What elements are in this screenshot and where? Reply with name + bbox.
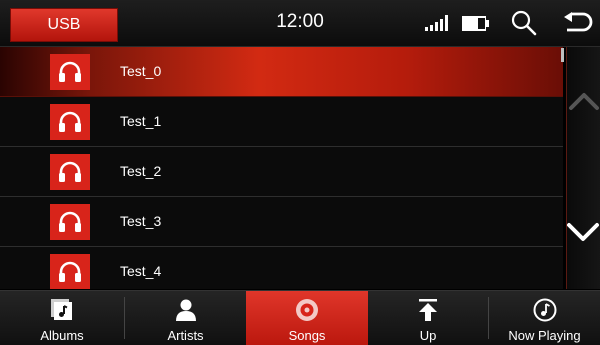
tab-label: Artists (167, 328, 204, 343)
headphones-icon (50, 154, 90, 190)
artist-icon (125, 298, 246, 322)
song-title: Test_3 (120, 213, 162, 229)
now-playing-icon (489, 298, 600, 322)
tab-now-playing[interactable]: Now Playing (489, 291, 600, 345)
scroll-rail (566, 47, 600, 289)
tab-label: Albums (40, 328, 84, 343)
song-title: Test_1 (120, 113, 162, 129)
tab-artists[interactable]: Artists (125, 291, 246, 345)
scroll-down-icon[interactable] (566, 220, 600, 244)
headphones-icon (50, 104, 90, 140)
song-list: Test_0 Test_1 Test_2 Test_3 Test_4 (0, 47, 563, 289)
tab-up[interactable]: Up (368, 291, 488, 345)
song-title: Test_4 (120, 263, 162, 279)
headphones-icon (50, 204, 90, 240)
tab-songs[interactable]: Songs (246, 291, 368, 345)
song-row[interactable]: Test_0 (0, 47, 563, 97)
back-icon[interactable] (563, 10, 593, 36)
top-bar: USB 12:00 (0, 0, 600, 47)
tab-label: Up (419, 328, 437, 343)
headphones-icon (50, 54, 90, 90)
song-row[interactable]: Test_3 (0, 197, 563, 247)
song-title: Test_0 (120, 63, 162, 79)
song-row[interactable]: Test_4 (0, 247, 563, 289)
search-icon[interactable] (511, 10, 537, 36)
scrollbar-thumb[interactable] (561, 48, 564, 62)
song-disc-icon (246, 298, 368, 322)
source-label: USB (47, 16, 81, 33)
song-title: Test_2 (120, 163, 162, 179)
bottom-tab-bar: Albums Artists Songs Up Now Playing (0, 290, 600, 345)
scroll-up-icon[interactable] (568, 90, 600, 112)
headphones-icon (50, 254, 90, 289)
tab-albums[interactable]: Albums (0, 291, 124, 345)
clock: 12:00 (276, 11, 324, 32)
source-button[interactable]: USB (10, 8, 118, 42)
tab-label: Songs (288, 328, 326, 343)
song-row[interactable]: Test_1 (0, 97, 563, 147)
up-arrow-icon (368, 298, 488, 322)
tab-label: Now Playing (508, 328, 581, 343)
song-row[interactable]: Test_2 (0, 147, 563, 197)
battery-icon (462, 16, 489, 31)
signal-strength-icon (425, 15, 448, 31)
album-icon (0, 298, 124, 322)
